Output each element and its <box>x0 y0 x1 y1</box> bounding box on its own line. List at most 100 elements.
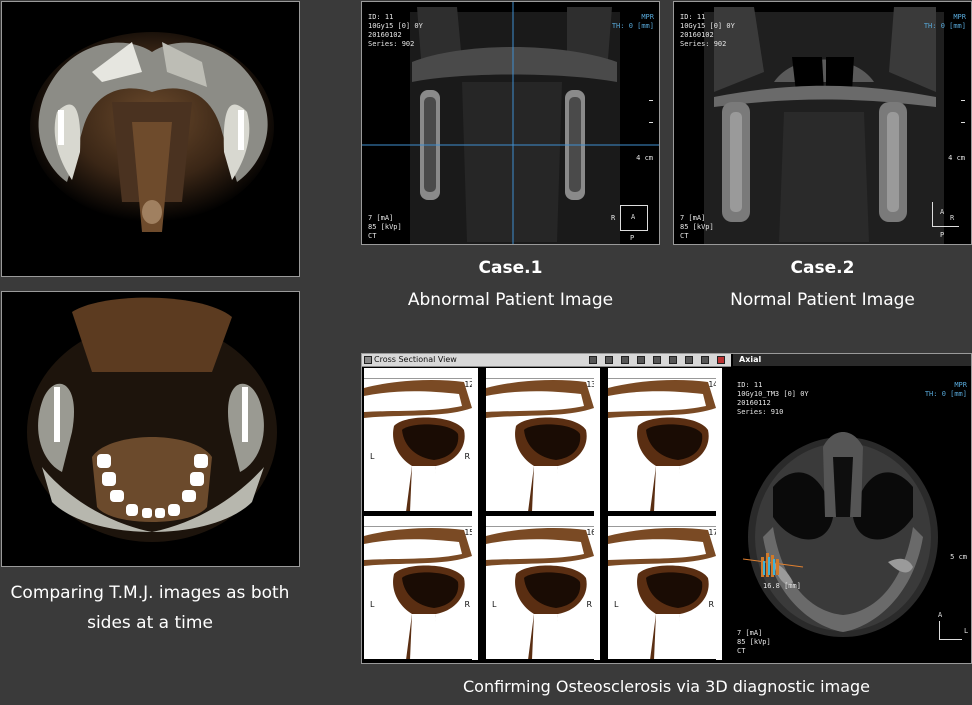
axial-overlay-bottomleft: 7 [mA] 85 [kVp] CT <box>737 629 771 656</box>
skull-render-axial-bottom <box>27 297 277 542</box>
case2-mode: MPR <box>953 13 966 21</box>
vertical-ruler-2 <box>594 368 600 660</box>
skull-render-axial-top <box>30 32 274 232</box>
cross-sectional-viewer: Cross Sectional View Axial 12 L R 13 14 15 L R 1… <box>361 353 972 664</box>
case2-kvp: 85 [kVp] <box>680 223 714 231</box>
left-caption: Comparing T.M.J. images as both sides at… <box>0 578 300 638</box>
axial-titlebar: Axial <box>733 354 971 366</box>
case1-th: TH: 0 [mm] <box>611 22 654 30</box>
cross-section-cell[interactable]: 12 L R <box>364 368 479 512</box>
case1-scale-tick-1 <box>649 100 653 101</box>
axial-kvp: 85 [kVp] <box>737 638 771 646</box>
toolbar-export-button[interactable] <box>637 356 645 364</box>
cross-section-cell[interactable]: 13 <box>486 368 601 512</box>
case2-date: 20160102 <box>680 31 714 39</box>
axial-mode: MPR <box>954 381 967 389</box>
condyle-slice <box>486 528 594 659</box>
case1-title: Case.1 <box>478 258 543 278</box>
cross-section-cell[interactable]: 16 L R <box>486 516 601 660</box>
case1-mode: MPR <box>641 13 654 21</box>
case2-scale-tick-2 <box>961 122 965 123</box>
axial-orient-a: A <box>938 611 943 619</box>
axial-view[interactable]: ID: 11 10Gy10_TM3 [0] 0Y 20160112 Series… <box>733 367 971 663</box>
case1-overlay-bottomleft: 7 [mA] 85 [kVp] CT <box>368 214 402 241</box>
case2-orient-p: P <box>940 231 945 239</box>
condyle-slice <box>608 380 716 511</box>
case2-orient-a: A <box>940 208 945 216</box>
case2-id: ID: 11 <box>680 13 706 21</box>
axial-date: 20160112 <box>737 399 771 407</box>
cell-orient-r: R <box>708 600 714 609</box>
toolbar-grid-button[interactable] <box>621 356 629 364</box>
axial-ma: 7 [mA] <box>737 629 763 637</box>
case1-orientation-cube[interactable]: A <box>620 205 648 231</box>
case2-orient-r: R <box>950 214 955 222</box>
toolbar-menu-button[interactable] <box>701 356 709 364</box>
case2-overlay-topright: MPR TH: 0 [mm] <box>924 13 966 31</box>
axial-orient-l: L <box>964 627 969 635</box>
case2-scale-tick-1 <box>961 100 965 101</box>
toolbar-image-button[interactable] <box>653 356 661 364</box>
tmj-3d-render-bottom <box>1 291 300 567</box>
case2-dose: 10Gy15 [0] 0Y <box>680 22 735 30</box>
case1-date: 20160102 <box>368 31 402 39</box>
axial-id: ID: 11 <box>737 381 763 389</box>
case1-overlay-topleft: ID: 11 10Gy15 [0] 0Y 20160102 Series: 90… <box>368 13 423 49</box>
close-icon[interactable] <box>717 356 725 364</box>
condyle-slice <box>364 380 472 511</box>
case1-kvp: 85 [kVp] <box>368 223 402 231</box>
bottom-caption: Confirming Osteosclerosis via 3D diagnos… <box>462 677 871 696</box>
axial-series: Series: 910 <box>737 408 784 416</box>
case2-series: Series: 902 <box>680 40 727 48</box>
cell-orient-r: R <box>464 600 470 609</box>
case1-ct: CT <box>368 232 377 240</box>
case2-overlay-topleft: ID: 11 10Gy15 [0] 0Y 20160102 Series: 90… <box>680 13 735 49</box>
case1-scale-label: 4 cm <box>636 154 653 162</box>
case2-coronal-view[interactable]: ID: 11 10Gy15 [0] 0Y 20160102 Series: 90… <box>673 1 972 245</box>
axial-scale-label: 5 cm <box>950 553 967 561</box>
left-caption-line1: Comparing T.M.J. images as both <box>10 583 290 603</box>
axial-th: TH: 0 [mm] <box>924 390 967 398</box>
axial-ct: CT <box>737 647 746 655</box>
cell-orient-r: R <box>586 600 592 609</box>
cross-section-cell[interactable]: 17 L R <box>608 516 723 660</box>
axial-overlay-topright: MPR TH: 0 [mm] <box>925 381 967 399</box>
left-caption-line2: sides at a time <box>87 613 213 633</box>
case1-coronal-view[interactable]: ID: 11 10Gy15 [0] 0Y 20160102 Series: 90… <box>361 1 660 245</box>
toolbar-list-button[interactable] <box>589 356 597 364</box>
case1-ma: 7 [mA] <box>368 214 394 222</box>
case2-overlay-bottomleft: 7 [mA] 85 [kVp] CT <box>680 214 714 241</box>
axial-orientation-marker[interactable]: A L <box>938 611 968 640</box>
case2-th: TH: 0 [mm] <box>923 22 966 30</box>
case2-ma: 7 [mA] <box>680 214 706 222</box>
vertical-ruler-3 <box>716 368 722 660</box>
toolbar-print-button[interactable] <box>605 356 613 364</box>
case2-orientation-marker[interactable]: A R <box>932 202 959 227</box>
axial-overlay-topleft: ID: 11 10Gy10_TM3 [0] 0Y 20160112 Series… <box>737 381 809 417</box>
cell-orient-l: L <box>370 600 375 609</box>
axial-dose: 10Gy10_TM3 [0] 0Y <box>737 390 809 398</box>
cross-sectional-titlebar: Cross Sectional View <box>362 354 731 367</box>
case1-series: Series: 902 <box>368 40 415 48</box>
case1-subtitle: Abnormal Patient Image <box>407 290 614 310</box>
cross-section-cell[interactable]: 14 <box>608 368 723 512</box>
window-icon <box>364 356 372 364</box>
case2-title: Case.2 <box>790 258 855 278</box>
cell-orient-l: L <box>614 600 619 609</box>
cross-section-cell[interactable]: 15 L R <box>364 516 479 660</box>
tmj-3d-render-top <box>1 1 300 277</box>
case2-ct: CT <box>680 232 689 240</box>
axial-title: Axial <box>739 355 762 364</box>
case2-scale-label: 4 cm <box>948 154 965 162</box>
cell-orient-l: L <box>492 600 497 609</box>
case1-orient-p: P <box>630 234 635 242</box>
condyle-slice <box>486 380 594 511</box>
toolbar-save-button[interactable] <box>669 356 677 364</box>
case1-orient-a: A <box>631 213 636 221</box>
case1-scale-tick-2 <box>649 122 653 123</box>
cross-sectional-title: Cross Sectional View <box>374 355 457 364</box>
toolbar-layout-button[interactable] <box>685 356 693 364</box>
axial-measurement-label: 16.8 [mm] <box>763 582 801 590</box>
case1-orient-r: R <box>611 214 616 222</box>
case1-dose: 10Gy15 [0] 0Y <box>368 22 423 30</box>
